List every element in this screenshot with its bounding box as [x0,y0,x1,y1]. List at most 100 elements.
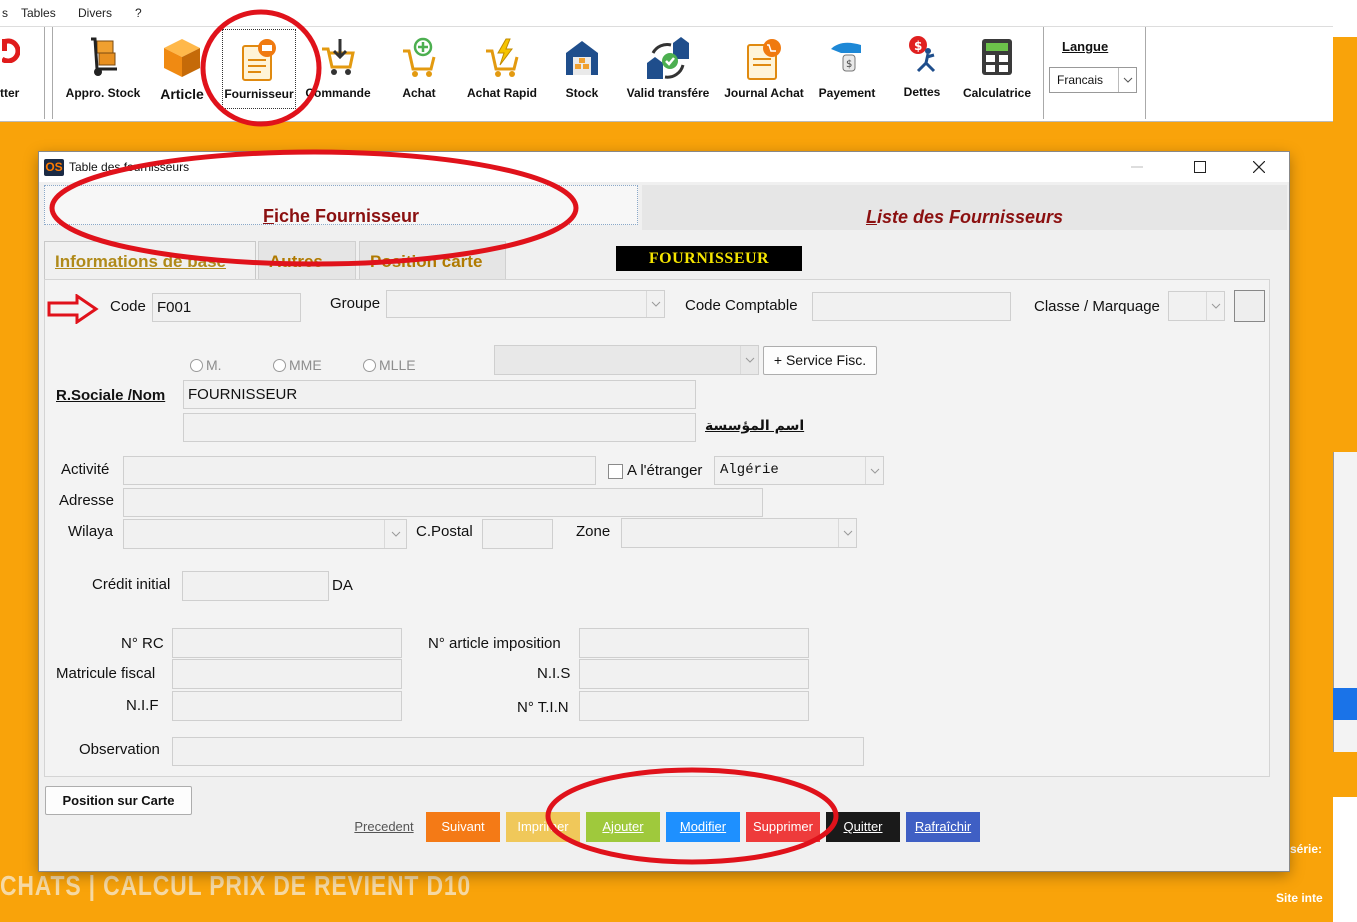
radio-circle-icon [363,358,376,372]
app-logo-icon: OS [44,159,64,176]
precedent-button[interactable]: Precedent [344,812,424,842]
toolbar-achat-button[interactable]: Achat [392,29,446,109]
etranger-checkbox[interactable]: A l'étranger [608,462,702,479]
supprimer-button[interactable]: Supprimer [746,812,820,842]
toolbar-journal-achat-button[interactable]: Journal Achat [720,29,808,109]
maximize-icon[interactable] [1180,155,1220,179]
subtab-position-carte[interactable]: Position carte [359,241,506,281]
toolbar-fournisseur-button[interactable]: Fournisseur [222,29,296,109]
fournisseurs-dialog: OS Table des fournisseurs Fiche Fourniss… [39,152,1289,871]
credit-unit-label: DA [332,577,353,594]
zone-label: Zone [576,523,611,540]
groupe-select[interactable] [386,290,665,318]
toolbar-appro-stock-button[interactable]: Appro. Stock [58,29,148,109]
radio-mme[interactable]: MME [273,357,322,373]
modifier-button[interactable]: Modifier [666,812,740,842]
matricule-fiscal-input[interactable] [172,659,402,689]
box-icon [164,39,200,77]
ajouter-button[interactable]: Ajouter [586,812,660,842]
groupe-label: Groupe [330,295,381,312]
calculator-icon [982,39,1012,75]
credit-initial-input[interactable] [182,571,329,601]
radio-circle-icon [190,358,203,372]
classe-marquage-select[interactable] [1168,291,1225,321]
arabic-name-label: اسم المؤسسة [705,418,805,434]
subtab-autres[interactable]: Autres [258,241,356,281]
tab-fiche-fournisseur[interactable]: Fiche Fournisseur [44,185,638,226]
menu-item-tables[interactable]: Tables [21,6,56,20]
menu-item-divers[interactable]: Divers [78,6,112,20]
toolbar-quitter-button[interactable]: tter [0,29,40,109]
imprimer-button[interactable]: Imprimer [506,812,580,842]
matricule-fiscal-label: Matricule fiscal [56,665,156,682]
background-banner-text: CHATS | CALCUL PRIX DE REVIENT D10 [0,870,472,901]
activite-label: Activité [61,461,110,478]
raison-sociale-input[interactable]: FOURNISSEUR [183,380,696,409]
code-postal-label: C.Postal [416,523,473,540]
color-swatch[interactable] [1234,290,1265,322]
chevron-down-icon [1118,68,1136,92]
toolbar-valid-transfere-button[interactable]: Valid transfére [620,29,716,109]
chevron-down-icon [865,457,883,484]
tab-liste-fournisseurs[interactable]: Liste des Fournisseurs [642,185,1287,230]
service-fisc-button[interactable]: + Service Fisc. [763,346,877,375]
toolbar-payement-button[interactable]: $ Payement [812,29,882,109]
nif-input[interactable] [172,691,402,721]
dialog-titlebar[interactable]: OS Table des fournisseurs [39,152,1289,182]
minimize-icon[interactable] [1117,155,1157,179]
code-input[interactable]: F001 [152,293,301,322]
zone-select[interactable] [621,518,857,548]
toolbar-label: Appro. Stock [65,86,141,100]
subtab-label: Position carte [370,252,483,271]
toolbar-label: Fournisseur [224,87,294,101]
svg-text:$: $ [846,59,852,70]
chevron-down-icon [1206,292,1224,320]
quitter-button[interactable]: Quitter [826,812,900,842]
nis-input[interactable] [579,659,809,689]
code-postal-input[interactable] [482,519,553,549]
observation-input[interactable] [172,737,864,766]
toolbar-article-button[interactable]: Article [154,29,210,109]
menu-item-s[interactable]: s [2,6,8,20]
article-imposition-input[interactable] [579,628,809,658]
transfer-check-icon [647,37,689,79]
forme-juridique-select[interactable] [494,345,759,375]
rafraichir-button[interactable]: Rafraîchir [906,812,980,842]
toolbar-achat-rapid-button[interactable]: Achat Rapid [460,29,544,109]
journal-cart-icon [747,39,781,80]
toolbar-label: Journal Achat [724,86,804,100]
radio-mme-label: MME [289,357,322,373]
toolbar-label: Stock [565,86,599,100]
radio-m[interactable]: M. [190,357,222,373]
tab-liste-mnemonic: L [865,207,877,227]
tab-fiche-label: iche Fournisseur [273,206,420,226]
toolbar-commande-button[interactable]: Commande [300,29,376,109]
suivant-button[interactable]: Suivant [426,812,500,842]
pays-select[interactable]: Algérie [714,456,884,485]
observation-label: Observation [79,741,160,758]
radio-mlle[interactable]: MLLE [363,357,416,373]
activite-input[interactable] [123,456,596,485]
subtab-informations-de-base[interactable]: Informations de base [44,241,256,281]
adresse-input[interactable] [123,488,763,517]
langue-select[interactable]: Francais [1049,67,1137,93]
toolbar-stock-button[interactable]: Stock [558,29,606,109]
raison-sociale-label: R.Sociale /Nom [56,387,166,404]
subtab-label: Autres [269,252,323,271]
background-site-text: Site inte [1276,891,1323,905]
wilaya-select[interactable] [123,519,407,549]
position-sur-carte-button[interactable]: Position sur Carte [45,786,192,815]
raison-sociale-arabic-input[interactable] [183,413,696,442]
tin-input[interactable] [579,691,809,721]
toolbar-dettes-button[interactable]: $ Dettes [894,29,950,109]
radio-circle-icon [273,358,286,372]
close-icon[interactable] [1239,155,1279,179]
checkbox-icon [608,463,623,479]
menu-item-help[interactable]: ? [135,6,142,20]
nrc-input[interactable] [172,628,402,658]
code-comptable-input[interactable] [812,292,1011,321]
toolbar-calculatrice-button[interactable]: Calculatrice [958,29,1036,109]
subtab-label: Informations de base [55,252,226,271]
credit-initial-label: Crédit initial [92,576,171,593]
cart-add-icon [403,37,436,77]
